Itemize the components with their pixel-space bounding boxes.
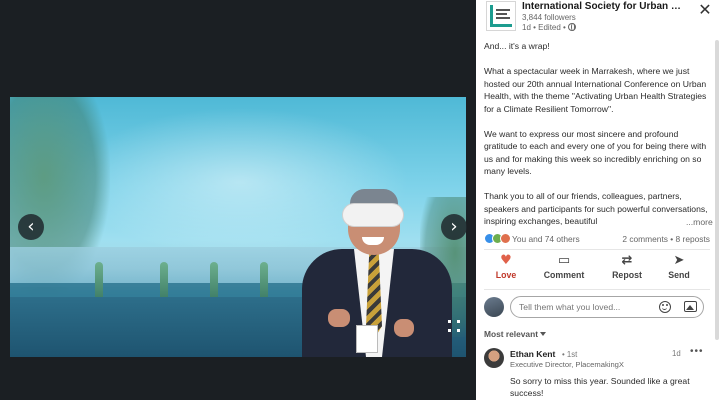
caret-down-icon xyxy=(540,332,546,336)
comments-reposts-count[interactable]: 2 comments • 8 reposts xyxy=(622,234,710,244)
divider xyxy=(484,249,710,250)
reactions-bar: You and 74 others 2 comments • 8 reposts xyxy=(484,233,712,247)
sort-label: Most relevant xyxy=(484,329,538,339)
photo-plant xyxy=(95,262,103,300)
action-label: Love xyxy=(495,270,517,280)
comment-composer xyxy=(484,296,710,320)
avatar[interactable] xyxy=(484,348,504,368)
scrollbar[interactable] xyxy=(715,40,719,340)
author-name[interactable]: International Society for Urban Health xyxy=(522,1,686,12)
photo-plant xyxy=(260,262,268,300)
post-body: And... it's a wrap! What a spectacular w… xyxy=(484,40,710,228)
photo-plant xyxy=(210,262,218,300)
image-icon[interactable] xyxy=(684,301,697,312)
avatar[interactable] xyxy=(484,297,504,317)
org-logo[interactable] xyxy=(486,1,516,31)
connection-degree: • 1st xyxy=(562,349,578,359)
post-meta: 1d • Edited • xyxy=(522,23,576,32)
vr-headset-icon xyxy=(342,203,404,227)
send-icon: ➤ xyxy=(673,253,685,268)
comment-item: Ethan Kent • 1st Executive Director, Pla… xyxy=(484,346,712,400)
expand-icon[interactable] xyxy=(448,320,460,332)
next-image-button[interactable]: › xyxy=(441,214,467,240)
love-icon xyxy=(500,233,511,244)
action-label: Send xyxy=(668,270,690,280)
post-time: 1d • Edited • xyxy=(522,23,566,32)
photo-plant xyxy=(160,262,168,300)
comment-sort-dropdown[interactable]: Most relevant xyxy=(484,329,546,339)
more-options-icon[interactable]: ••• xyxy=(690,346,704,357)
action-label: Comment xyxy=(543,270,585,280)
media-viewer: ‹ › xyxy=(0,0,476,400)
post-header: International Society for Urban Health 3… xyxy=(476,0,720,36)
see-more-link[interactable]: ...more xyxy=(684,217,713,227)
post-photo[interactable] xyxy=(10,97,466,357)
previous-image-button[interactable]: ‹ xyxy=(18,214,44,240)
action-bar: ♥ Love ▭ Comment ⇄ Repost ➤ Send xyxy=(476,252,720,286)
divider xyxy=(484,289,710,290)
reaction-icons[interactable] xyxy=(484,233,512,245)
commenter-title: Executive Director, PlacemakingX xyxy=(510,360,624,369)
follower-count: 3,844 followers xyxy=(522,13,576,22)
post-paragraph: What a spectacular week in Marrakesh, wh… xyxy=(484,66,707,114)
hand-right xyxy=(394,319,414,337)
emoji-icon[interactable] xyxy=(659,301,671,313)
comment-icon: ▭ xyxy=(557,253,571,268)
name-badge xyxy=(356,325,378,353)
reaction-summary[interactable]: You and 74 others xyxy=(512,234,580,244)
close-button[interactable]: ✕ xyxy=(697,1,713,19)
heart-icon: ♥ xyxy=(500,253,512,268)
post-paragraph: Thank you to all of our friends, colleag… xyxy=(484,191,708,226)
post-detail-panel: International Society for Urban Health 3… xyxy=(476,0,720,400)
repost-button[interactable]: ⇄ Repost xyxy=(597,252,657,286)
post-paragraph: And... it's a wrap! xyxy=(484,41,550,51)
send-button[interactable]: ➤ Send xyxy=(649,252,709,286)
comment-button[interactable]: ▭ Comment xyxy=(534,252,594,286)
action-label: Repost xyxy=(612,270,642,280)
post-paragraph: We want to express our most sincere and … xyxy=(484,128,707,177)
comment-input[interactable] xyxy=(510,296,704,318)
hand-left xyxy=(328,309,350,327)
love-button[interactable]: ♥ Love xyxy=(476,252,536,286)
repost-icon: ⇄ xyxy=(621,253,633,268)
comment-text: So sorry to miss this year. Sounded like… xyxy=(510,376,690,398)
globe-icon xyxy=(567,23,576,31)
photo-person-vr-headset xyxy=(290,187,460,357)
comment-time: 1d xyxy=(672,349,681,358)
commenter-name[interactable]: Ethan Kent xyxy=(510,349,555,359)
